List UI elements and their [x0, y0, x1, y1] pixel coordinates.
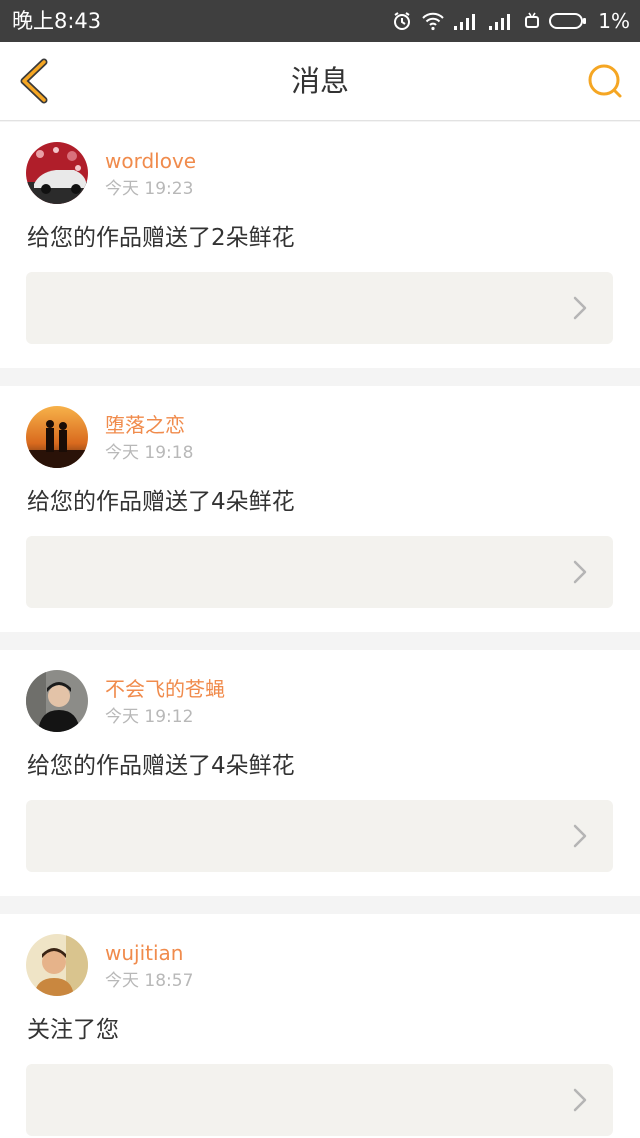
battery-percent: 1% — [598, 9, 630, 33]
username[interactable]: 不会飞的苍蝇 — [105, 676, 225, 702]
chevron-left-icon — [20, 58, 48, 104]
chevron-right-icon — [573, 296, 587, 320]
message-text: 给您的作品赠送了2朵鲜花 — [27, 225, 295, 251]
status-icons: 1% — [392, 8, 630, 34]
message-card[interactable]: 不会飞的苍蝇 今天 19:12 给您的作品赠送了4朵鲜花 — [0, 650, 640, 896]
avatar[interactable] — [26, 670, 88, 732]
timestamp: 今天 18:57 — [105, 971, 194, 991]
couple-sunset-avatar — [26, 406, 88, 468]
message-card[interactable]: 堕落之恋 今天 19:18 给您的作品赠送了4朵鲜花 — [0, 386, 640, 632]
signal-icon — [454, 14, 476, 30]
work-preview[interactable] — [26, 272, 613, 344]
status-bar: 晚上8:43 1% — [0, 0, 640, 42]
search-icon — [588, 64, 622, 98]
message-text: 给您的作品赠送了4朵鲜花 — [27, 489, 295, 515]
chevron-right-icon — [573, 824, 587, 848]
message-card[interactable]: wujitian 今天 18:57 关注了您 — [0, 914, 640, 1138]
chevron-right-icon — [573, 560, 587, 584]
message-card[interactable]: wordlove 今天 19:23 给您的作品赠送了2朵鲜花 — [0, 122, 640, 368]
back-button[interactable] — [16, 58, 50, 104]
message-text: 给您的作品赠送了4朵鲜花 — [27, 753, 295, 779]
avatar[interactable] — [26, 142, 88, 204]
work-preview[interactable] — [26, 1064, 613, 1136]
battery-icon — [549, 13, 587, 29]
avatar[interactable] — [26, 406, 88, 468]
person-avatar — [26, 670, 88, 732]
wifi-icon — [422, 12, 444, 31]
timestamp: 今天 19:18 — [105, 443, 194, 463]
username[interactable]: wujitian — [105, 940, 183, 966]
car-avatar — [26, 142, 88, 204]
avatar[interactable] — [26, 934, 88, 996]
alarm-icon — [394, 12, 411, 30]
timestamp: 今天 19:23 — [105, 179, 194, 199]
work-preview[interactable] — [26, 536, 613, 608]
username[interactable]: 堕落之恋 — [105, 412, 185, 438]
nav-bar: 消息 — [0, 42, 640, 121]
username[interactable]: wordlove — [105, 148, 196, 174]
work-preview[interactable] — [26, 800, 613, 872]
android-icon — [525, 12, 540, 28]
page-title: 消息 — [290, 64, 349, 98]
message-text: 关注了您 — [27, 1017, 119, 1043]
search-button[interactable] — [586, 62, 624, 100]
timestamp: 今天 19:12 — [105, 707, 194, 727]
status-time: 晚上8:43 — [12, 9, 102, 33]
chevron-right-icon — [573, 1088, 587, 1112]
portrait-avatar — [26, 934, 88, 996]
signal-icon — [489, 14, 511, 30]
